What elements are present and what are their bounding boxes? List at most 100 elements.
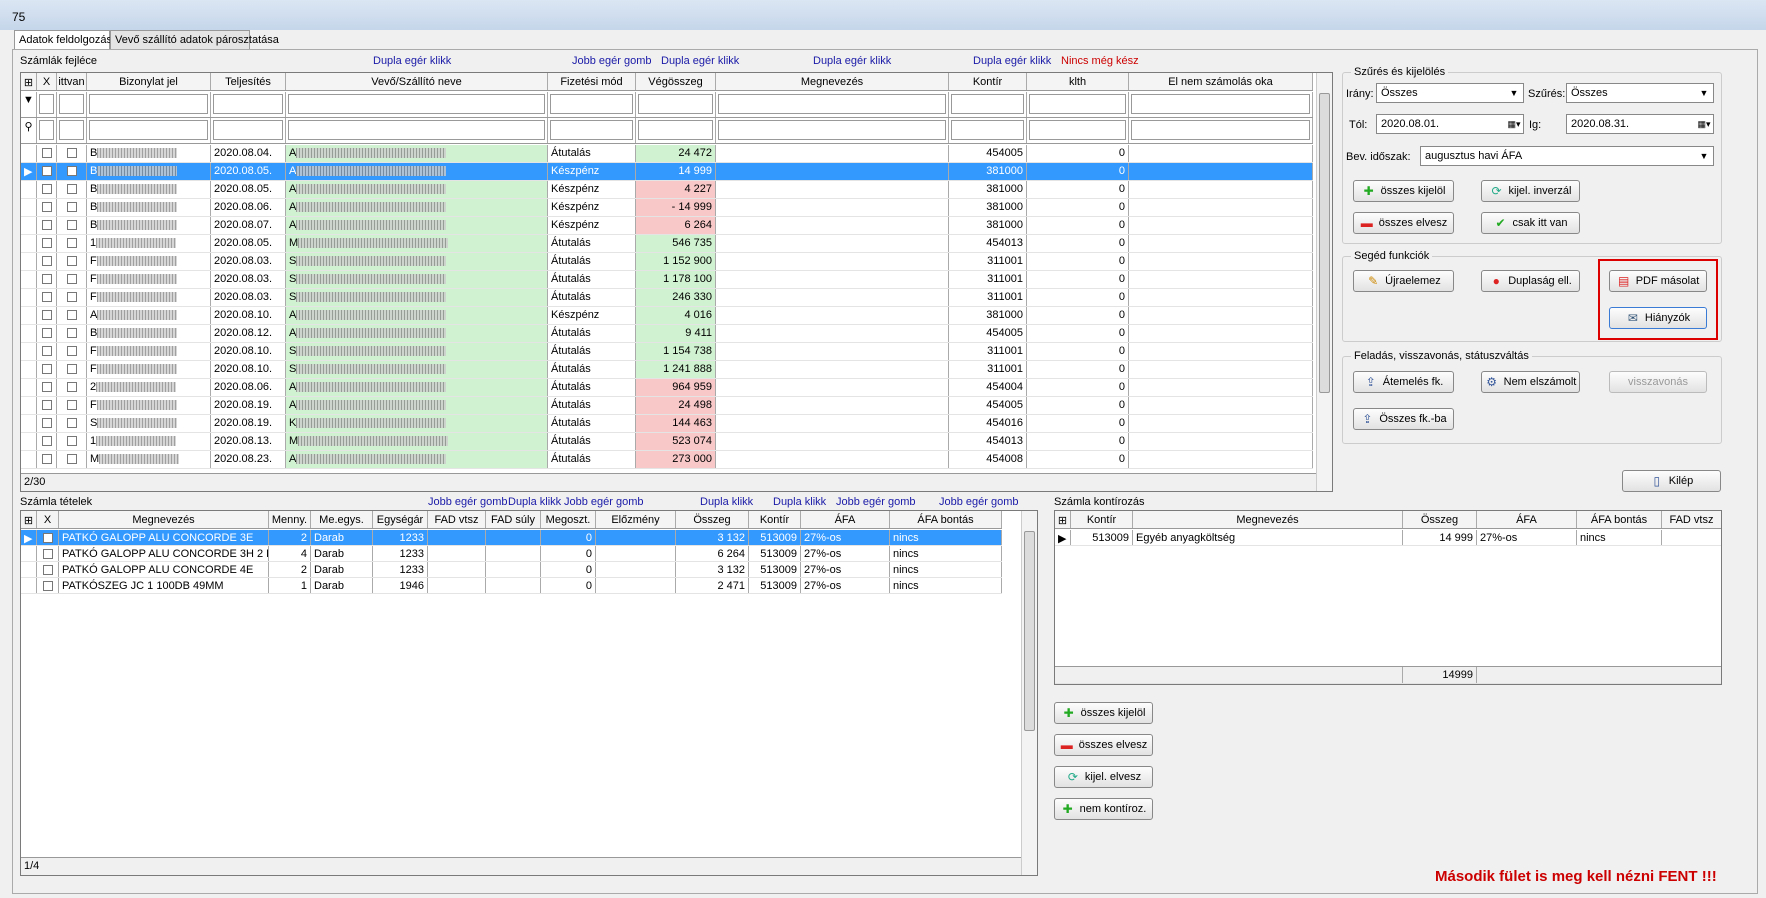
table-row[interactable]: M 2020.08.23. A Átutalás 273 000 454008 0 (21, 451, 1313, 469)
row-checkbox[interactable] (66, 310, 77, 320)
irany-select[interactable]: Összes ▼ (1376, 83, 1524, 103)
table-row[interactable]: 1 2020.08.13. M Átutalás 523 074 454013 0 (21, 433, 1313, 451)
search-kontir[interactable] (951, 120, 1024, 140)
row-checkbox[interactable] (66, 382, 77, 392)
kontir-col-afa[interactable]: ÁFA (1477, 511, 1577, 528)
search-ittvan[interactable] (59, 120, 84, 140)
search-bizonylat[interactable] (89, 120, 208, 140)
row-checkbox[interactable] (41, 436, 52, 446)
table-row[interactable]: ▶ B 2020.08.05. A Készpénz 14 999 381000 0 (21, 163, 1313, 181)
pdf-copy-button[interactable]: ▤ PDF másolat (1609, 270, 1707, 292)
items-scroll-thumb[interactable] (1024, 531, 1035, 731)
invoice-scrollbar[interactable] (1316, 73, 1332, 491)
table-row[interactable]: A 2020.08.10. A Készpénz 4 016 381000 0 (21, 307, 1313, 325)
table-row[interactable]: F 2020.08.10. S Átutalás 1 154 738 311001 0 (21, 343, 1313, 361)
row-checkbox[interactable] (41, 328, 52, 338)
col-megnevezes[interactable]: Megnevezés (716, 73, 949, 90)
filter-kontir[interactable] (951, 94, 1024, 114)
row-checkbox[interactable] (66, 328, 77, 338)
row-checkbox[interactable] (66, 220, 77, 230)
table-row[interactable]: B 2020.08.06. A Készpénz - 14 999 381000 0 (21, 199, 1313, 217)
items-scrollbar[interactable] (1021, 511, 1037, 875)
grid-settings-icon[interactable]: ⊞ (21, 73, 37, 90)
row-checkbox[interactable] (66, 148, 77, 158)
calendar-icon[interactable]: ▦▾ (1507, 117, 1521, 131)
item-row[interactable]: PATKÓSZEG JC 1 100DB 49MM 1 Darab 1946 0 2 47… (21, 578, 1002, 594)
kontir-grid[interactable]: ⊞ Kontír Megnevezés Összeg ÁFA ÁFA bontá… (1054, 510, 1722, 685)
tab-adatok-feldolgozasa[interactable]: Adatok feldolgozása (14, 30, 118, 51)
bev-select[interactable]: augusztus havi ÁFA ▼ (1420, 146, 1714, 166)
items-col-kontir[interactable]: Kontír (749, 511, 801, 528)
table-row[interactable]: F 2020.08.10. S Átutalás 1 241 888 311001 0 (21, 361, 1313, 379)
items-col-afabontas[interactable]: ÁFA bontás (890, 511, 1002, 528)
invoice-scroll-thumb[interactable] (1319, 93, 1330, 393)
filter-ittvan[interactable] (59, 94, 84, 114)
row-checkbox[interactable] (41, 454, 52, 464)
items-col-meegys[interactable]: Me.egys. (311, 511, 373, 528)
row-checkbox[interactable] (41, 184, 52, 194)
filter-vegosszeg[interactable] (638, 94, 713, 114)
table-row[interactable]: F 2020.08.03. S Átutalás 246 330 311001 0 (21, 289, 1313, 307)
kontir-col-kontir[interactable]: Kontír (1071, 511, 1133, 528)
items-col-fadvtsz[interactable]: FAD vtsz (428, 511, 486, 528)
row-checkbox[interactable] (41, 310, 52, 320)
szures-select[interactable]: Összes ▼ (1566, 83, 1714, 103)
search-vegosszeg[interactable] (638, 120, 713, 140)
table-row[interactable]: B 2020.08.04. A Átutalás 24 472 454005 0 (21, 145, 1313, 163)
kontir-col-afabontas[interactable]: ÁFA bontás (1577, 511, 1662, 528)
tab-vevo-szallito[interactable]: Vevő szállító adatok párosztatása (110, 30, 279, 50)
row-checkbox[interactable] (41, 202, 52, 212)
filter-vevo[interactable] (288, 94, 545, 114)
transfer-button[interactable]: ⇪ Átemelés fk. (1353, 371, 1454, 393)
kontir-col-megnevezes[interactable]: Megnevezés (1133, 511, 1403, 528)
filter-megnevezes[interactable] (718, 94, 946, 114)
not-settled-button[interactable]: ⚙ Nem elszámolt (1481, 371, 1580, 393)
row-checkbox[interactable] (66, 202, 77, 212)
item-checkbox[interactable] (42, 581, 53, 591)
duplicate-check-button[interactable]: ● Duplaság ell. (1481, 270, 1580, 292)
items-col-fadsuly[interactable]: FAD súly (486, 511, 541, 528)
row-checkbox[interactable] (41, 418, 52, 428)
row-checkbox[interactable] (41, 292, 52, 302)
col-vegosszeg[interactable]: Végösszeg (636, 73, 716, 90)
filter-teljesites[interactable] (213, 94, 283, 114)
col-fizmod[interactable]: Fizetési mód (548, 73, 636, 90)
item-checkbox[interactable] (42, 533, 53, 543)
search-teljesites[interactable] (213, 120, 283, 140)
kontir-select-all-button[interactable]: ✚ összes kijelöl (1054, 702, 1153, 724)
row-checkbox[interactable] (66, 346, 77, 356)
search-megnevezes[interactable] (718, 120, 946, 140)
exit-button[interactable]: ▯ Kilép (1622, 470, 1721, 492)
col-x[interactable]: X (37, 73, 57, 90)
search-fizmod[interactable] (550, 120, 633, 140)
item-row[interactable]: ▶ PATKÓ GALOPP ALU CONCORDE 3E 2 Darab 1233 0… (21, 530, 1002, 546)
kontir-col-fadvtsz[interactable]: FAD vtsz (1662, 511, 1721, 528)
kontir-grid-settings-icon[interactable]: ⊞ (1055, 511, 1071, 528)
item-checkbox[interactable] (42, 565, 53, 575)
item-row[interactable]: PATKÓ GALOPP ALU CONCORDE 3H 2 K/4 Darab 1… (21, 546, 1002, 562)
col-el-nem-szamolas[interactable]: El nem számolás oka (1129, 73, 1313, 90)
search-klth[interactable] (1029, 120, 1126, 140)
table-row[interactable]: F 2020.08.03. S Átutalás 1 152 900 311001 0 (21, 253, 1313, 271)
reanalyze-button[interactable]: ✎ Újraelemez (1353, 270, 1454, 292)
row-checkbox[interactable] (41, 238, 52, 248)
item-row[interactable]: PATKÓ GALOPP ALU CONCORDE 4E 2 Darab 1233 0 3… (21, 562, 1002, 578)
filter-klth[interactable] (1029, 94, 1126, 114)
row-checkbox[interactable] (41, 274, 52, 284)
row-checkbox[interactable] (41, 364, 52, 374)
items-col-osszeg[interactable]: Összeg (676, 511, 749, 528)
filter-bizonylat[interactable] (89, 94, 208, 114)
no-kontir-button[interactable]: ✚ nem kontíroz. (1054, 798, 1153, 820)
row-checkbox[interactable] (66, 166, 77, 176)
filter-x[interactable] (39, 94, 54, 114)
search-vevo[interactable] (288, 120, 545, 140)
row-checkbox[interactable] (66, 274, 77, 284)
revoke-button[interactable]: visszavonás (1609, 371, 1707, 393)
table-row[interactable]: 1 2020.08.05. M Átutalás 546 735 454013 0 (21, 235, 1313, 253)
deselect-all-button[interactable]: ▬ összes elvesz (1353, 212, 1454, 234)
table-row[interactable]: F 2020.08.19. A Átutalás 24 498 454005 0 (21, 397, 1313, 415)
kontir-row[interactable]: ▶ 513009 Egyéb anyagköltség 14 999 27%-o… (1055, 530, 1721, 546)
items-grid-settings-icon[interactable]: ⊞ (21, 511, 37, 528)
item-checkbox[interactable] (42, 549, 53, 559)
row-checkbox[interactable] (41, 256, 52, 266)
